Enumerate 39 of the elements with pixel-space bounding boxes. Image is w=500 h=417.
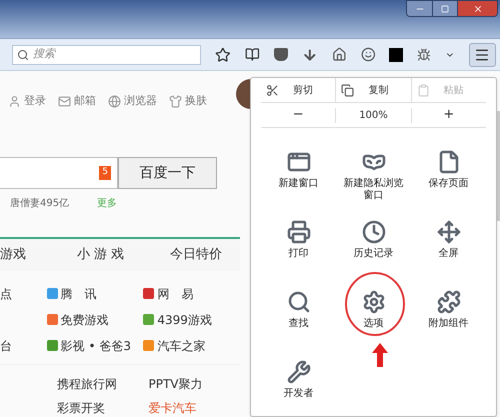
- menu-item[interactable]: 开发者: [261, 360, 336, 416]
- hot-news-link[interactable]: 唐僧妻495亿: [10, 196, 70, 210]
- category-tab[interactable]: 小 游 戏: [48, 245, 152, 265]
- category-tab[interactable]: 游戏: [0, 245, 49, 265]
- site-link[interactable]: 点: [0, 284, 12, 302]
- top-link[interactable]: 浏览器: [124, 92, 157, 110]
- zoom-out-button[interactable]: −: [261, 105, 336, 125]
- baidu-search-button[interactable]: 百度一下: [118, 157, 217, 189]
- top-link[interactable]: 换肤: [185, 92, 207, 110]
- top-link[interactable]: 邮箱: [74, 92, 96, 110]
- menu-item[interactable]: 保存页面: [411, 150, 486, 206]
- edit-menu-button[interactable]: 剪切: [261, 78, 336, 102]
- site-link[interactable]: 爱卡汽车: [148, 399, 240, 417]
- menu-item[interactable]: 附加组件: [411, 290, 486, 346]
- site-link[interactable]: 腾 讯: [60, 284, 97, 302]
- edit-menu-button[interactable]: 复制: [335, 78, 411, 102]
- category-tab[interactable]: 今日特价: [152, 245, 240, 265]
- zoom-in-button[interactable]: +: [412, 105, 486, 125]
- menu-item[interactable]: 选项: [336, 290, 411, 346]
- menu-item[interactable]: 查找: [261, 290, 336, 346]
- menu-item[interactable]: 全屏: [411, 220, 486, 276]
- menu-item[interactable]: 历史记录: [336, 220, 411, 276]
- menu-item[interactable]: 打印: [261, 220, 336, 276]
- zoom-reset-button[interactable]: 100%: [335, 108, 412, 122]
- badge: 5: [99, 166, 111, 180]
- site-link[interactable]: 网 易: [157, 284, 194, 302]
- search-field[interactable]: 搜索: [12, 44, 202, 65]
- site-link[interactable]: 彩票开奖: [57, 399, 148, 417]
- menu-item[interactable]: 新建窗口: [261, 150, 336, 206]
- site-link[interactable]: 免费游戏: [60, 310, 109, 328]
- site-link[interactable]: 影视 • 爸爸3: [60, 336, 132, 354]
- site-link[interactable]: PPTV聚力: [148, 375, 240, 393]
- site-link[interactable]: 携程旅行网: [57, 375, 148, 393]
- search-input[interactable]: 搜索: [33, 46, 183, 63]
- site-link[interactable]: 台: [0, 336, 12, 354]
- site-link[interactable]: 4399游戏: [157, 310, 212, 328]
- top-link[interactable]: 登录: [24, 92, 46, 110]
- site-link[interactable]: 汽车之家: [157, 336, 206, 354]
- menu-item[interactable]: 新建隐私浏览窗口: [336, 150, 411, 206]
